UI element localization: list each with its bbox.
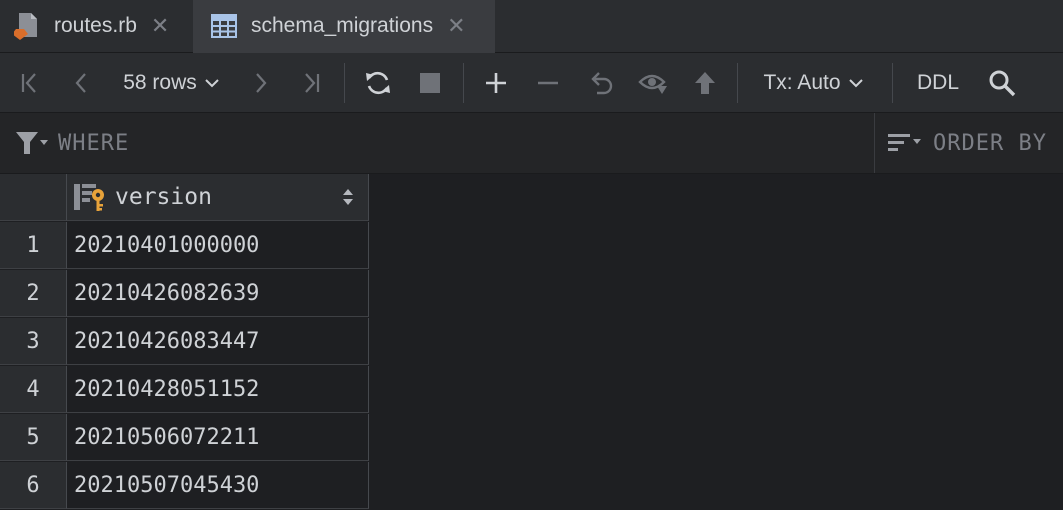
table-icon bbox=[211, 14, 237, 38]
rows-count-label: 58 rows bbox=[123, 70, 197, 94]
version-cell[interactable]: 20210506072211 bbox=[67, 414, 369, 461]
chevron-down-icon bbox=[848, 78, 863, 87]
column-header-version[interactable]: version bbox=[67, 174, 369, 221]
previous-page-icon[interactable] bbox=[66, 53, 96, 112]
row-number[interactable]: 4 bbox=[0, 366, 67, 413]
tab-label: schema_migrations bbox=[251, 14, 434, 37]
first-page-icon[interactable] bbox=[14, 53, 46, 112]
preview-changes-icon[interactable] bbox=[636, 53, 670, 112]
row-number[interactable]: 2 bbox=[0, 270, 67, 317]
row-number[interactable]: 5 bbox=[0, 414, 67, 461]
row-number-header[interactable] bbox=[0, 174, 67, 221]
version-cell[interactable]: 20210426083447 bbox=[67, 318, 369, 365]
editor-tab-bar: routes.rb ✕ schema_migrations ✕ bbox=[0, 0, 1063, 53]
submit-changes-icon[interactable] bbox=[688, 53, 722, 112]
chevron-down-icon bbox=[205, 78, 219, 87]
close-icon[interactable]: ✕ bbox=[151, 13, 169, 39]
header-row: version bbox=[0, 174, 370, 222]
toolbar-separator bbox=[737, 63, 738, 103]
ddl-label: DDL bbox=[916, 70, 959, 94]
table-row[interactable]: 6 20210507045430 bbox=[0, 462, 370, 510]
revert-icon[interactable] bbox=[584, 53, 618, 112]
ruby-file-icon bbox=[14, 11, 40, 41]
version-cell[interactable]: 20210426082639 bbox=[67, 270, 369, 317]
data-editor-toolbar: 58 rows Tx: Auto DDL bbox=[0, 53, 1063, 113]
version-cell[interactable]: 20210507045430 bbox=[67, 462, 369, 509]
results-grid: version 1 20210401000000 2 2021042608263… bbox=[0, 174, 370, 510]
table-row[interactable]: 5 20210506072211 bbox=[0, 414, 370, 462]
sort-arrows-icon[interactable] bbox=[342, 187, 354, 213]
tab-schema-migrations[interactable]: schema_migrations ✕ bbox=[193, 0, 495, 53]
filter-icon[interactable] bbox=[14, 130, 48, 156]
row-number[interactable]: 1 bbox=[0, 222, 67, 269]
toolbar-separator bbox=[344, 63, 345, 103]
transaction-mode-label: Tx: Auto bbox=[763, 70, 841, 94]
row-number[interactable]: 6 bbox=[0, 462, 67, 509]
close-icon[interactable]: ✕ bbox=[447, 13, 465, 39]
order-by-field[interactable]: ORDER BY bbox=[874, 113, 1063, 173]
column-title: version bbox=[115, 184, 212, 210]
table-row[interactable]: 2 20210426082639 bbox=[0, 270, 370, 318]
add-row-icon[interactable] bbox=[480, 53, 512, 112]
tab-label: routes.rb bbox=[54, 14, 137, 37]
last-page-icon[interactable] bbox=[294, 53, 328, 112]
delete-row-icon[interactable] bbox=[532, 53, 564, 112]
search-icon[interactable] bbox=[984, 53, 1020, 112]
stop-icon[interactable] bbox=[414, 53, 446, 112]
table-row[interactable]: 3 20210426083447 bbox=[0, 318, 370, 366]
ddl-button[interactable]: DDL bbox=[906, 53, 970, 112]
rows-count-dropdown[interactable]: 58 rows bbox=[112, 53, 230, 112]
tab-routes-rb[interactable]: routes.rb ✕ bbox=[0, 0, 193, 52]
table-row[interactable]: 4 20210428051152 bbox=[0, 366, 370, 414]
where-filter-field[interactable]: WHERE bbox=[0, 113, 874, 173]
primary-key-column-icon bbox=[73, 182, 107, 212]
toolbar-separator bbox=[892, 63, 893, 103]
next-page-icon[interactable] bbox=[246, 53, 276, 112]
sort-lines-icon[interactable] bbox=[887, 131, 923, 155]
toolbar-separator bbox=[463, 63, 464, 103]
where-placeholder: WHERE bbox=[58, 130, 130, 156]
filter-bar: WHERE ORDER BY bbox=[0, 113, 1063, 174]
transaction-mode-dropdown[interactable]: Tx: Auto bbox=[752, 53, 874, 112]
refresh-icon[interactable] bbox=[360, 53, 396, 112]
row-number[interactable]: 3 bbox=[0, 318, 67, 365]
table-row[interactable]: 1 20210401000000 bbox=[0, 222, 370, 270]
version-cell[interactable]: 20210428051152 bbox=[67, 366, 369, 413]
order-by-placeholder: ORDER BY bbox=[933, 130, 1047, 156]
version-cell[interactable]: 20210401000000 bbox=[67, 222, 369, 269]
